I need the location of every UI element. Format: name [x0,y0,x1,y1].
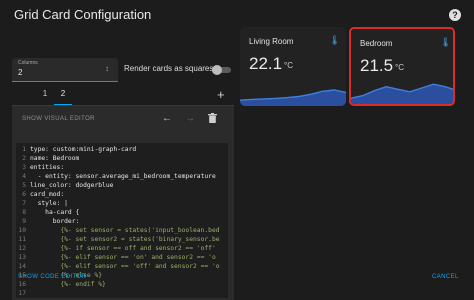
line-number: 14 [18,263,26,270]
show-visual-editor-button[interactable]: SHOW VISUAL EDITOR [22,116,95,122]
code-line: 13 {%- elif sensor == 'on' and sensor2 =… [16,253,228,262]
line-number: 2 [22,155,26,162]
arrow-left-icon[interactable]: ← [162,113,172,124]
graph-area [240,90,346,106]
line-number: 10 [18,227,26,234]
toggle-thumb [212,65,222,75]
delete-icon[interactable] [208,113,217,126]
line-number: 16 [18,281,26,288]
card-name: Bedroom [360,39,393,48]
line-number: 6 [22,191,26,198]
line-text: name: Bedroom [30,155,80,162]
square-toggle-label: Render cards as squares [124,64,214,73]
line-number: 13 [18,254,26,261]
code-line: 7 style: | [16,199,228,208]
tab-2[interactable]: 2 [54,86,72,106]
square-toggle[interactable] [212,65,232,75]
preview-card-bedroom[interactable]: Bedroom 🌡 21.5 °C [349,27,455,106]
thermometer-icon: 🌡 [329,35,341,45]
help-icon[interactable]: ? [449,9,461,21]
columns-select[interactable]: Columns 2 ↕ [12,58,118,82]
line-text: border: [30,218,80,225]
code-line: 1 type: custom:mini-graph-card [16,145,228,154]
card-value: 21.5 [360,56,394,75]
line-number: 8 [22,209,26,216]
code-line: 5 line_color: dodgerblue [16,181,228,190]
card-value: 22.1 [249,54,283,73]
thermometer-icon: 🌡 [440,37,452,47]
line-number: 17 [18,290,26,297]
code-line: 9 border: [16,217,228,226]
line-text: entities: [30,164,65,171]
code-line: 8 ha-card { [16,208,228,217]
line-text: type: custom:mini-graph-card [30,146,137,153]
line-text: {%- elif sensor == 'on' and sensor2 == '… [30,254,216,261]
line-text: style: | [30,200,68,207]
line-number: 9 [22,218,26,225]
code-line: 6 card_mod: [16,190,228,199]
line-text: {%- set sensor = states('input_boolean.b… [30,227,220,234]
card-name: Living Room [249,37,294,46]
code-line: 4 - entity: sensor.average_mi_bedroom_te… [16,172,228,181]
code-line: 16 {%- endif %} [16,280,228,289]
history-graph [351,83,453,104]
line-number: 11 [18,236,26,243]
line-text: card_mod: [30,191,65,198]
line-number: 1 [22,146,26,153]
code-line: 2 name: Bedroom [16,154,228,163]
code-line: 10 {%- set sensor = states('input_boolea… [16,226,228,235]
line-text: {%- if sensor == off and sensor2 == 'off… [30,245,220,252]
show-code-editor-button[interactable]: SHOW CODE EDITOR [18,274,86,280]
tab-1[interactable]: 1 [36,86,54,106]
line-text: {%- endif %} [30,281,106,288]
card-unit: °C [395,63,404,72]
line-number: 5 [22,182,26,189]
line-number: 3 [22,164,26,171]
columns-select-value: 2 [18,68,23,77]
history-graph [240,89,346,106]
line-number: 4 [22,173,26,180]
config-panel: Columns 2 ↕ Render cards as squares 1 2 … [0,30,236,300]
line-text: ha-card { [30,209,80,216]
dialog-title: Grid Card Configuration [14,7,152,22]
code-line: 12 {%- if sensor == off and sensor2 == '… [16,244,228,253]
cancel-button[interactable]: CANCEL [432,274,459,280]
line-text: {%- elif sensor == 'off' and sensor2 == … [30,263,220,270]
line-text: line_color: dodgerblue [30,182,114,189]
code-line: 17 [16,289,228,298]
code-line: 14 {%- elif sensor == 'off' and sensor2 … [16,262,228,271]
preview-card-living-room[interactable]: Living Room 🌡 22.1 °C [240,27,346,106]
line-text: {%- set sensor2 = states('binary_sensor.… [30,236,220,243]
line-text: - entity: sensor.average_mi_bedroom_temp… [30,173,216,180]
line-number: 7 [22,200,26,207]
add-card-icon[interactable]: + [217,87,225,102]
columns-select-label: Columns [18,60,38,66]
dialog-header: Grid Card Configuration ? [0,0,474,30]
card-unit: °C [284,61,293,70]
code-line: 11 {%- set sensor2 = states('binary_sens… [16,235,228,244]
code-line: 3 entities: [16,163,228,172]
unfold-icon: ↕ [105,64,109,73]
arrow-right-icon: → [185,113,195,124]
card-editor: SHOW VISUAL EDITOR ← → 1 type: custom:min… [12,106,234,300]
line-number: 12 [18,245,26,252]
